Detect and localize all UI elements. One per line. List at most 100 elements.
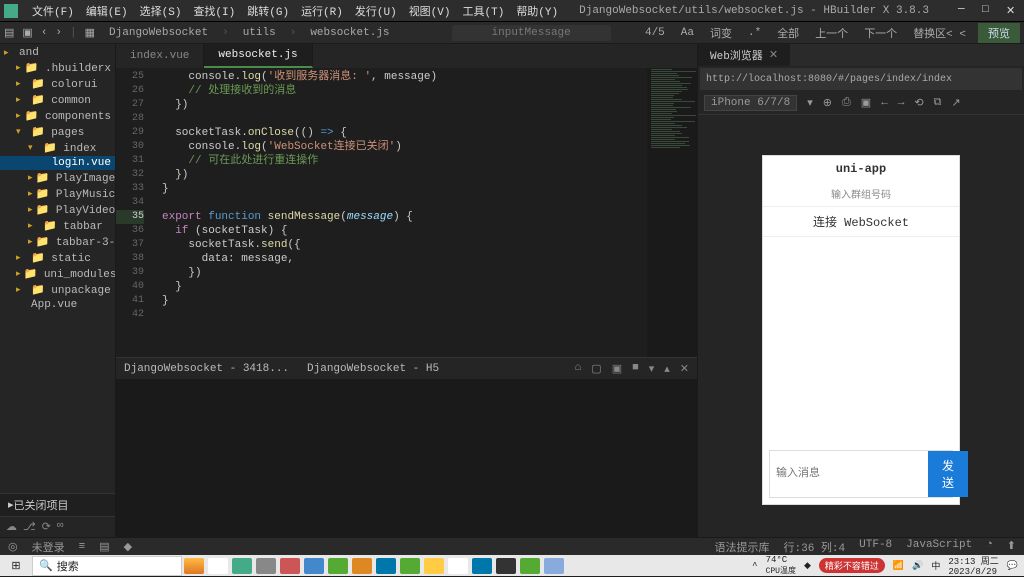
find-all[interactable]: 全部	[773, 25, 803, 41]
task-icon[interactable]	[352, 558, 372, 574]
task-icon[interactable]	[304, 558, 324, 574]
status-icon-2[interactable]: ▤	[99, 540, 109, 554]
menu-edit[interactable]: 编辑(E)	[80, 3, 134, 19]
nav-forward-icon[interactable]: ›	[55, 27, 62, 39]
tree-item[interactable]: ▸and	[0, 46, 115, 60]
clock[interactable]: 23:13 周二2023/8/29	[948, 554, 998, 577]
task-icon[interactable]	[544, 558, 564, 574]
task-icon[interactable]	[328, 558, 348, 574]
tree-item[interactable]: ▸📁 colorui	[0, 76, 115, 92]
minimap[interactable]	[647, 68, 697, 357]
menu-file[interactable]: 文件(F)	[26, 3, 80, 19]
tree-item[interactable]: App.vue	[0, 298, 115, 312]
feedback-icon[interactable]: ⬆	[1007, 539, 1016, 555]
connect-button[interactable]: 连接 WebSocket	[763, 207, 959, 237]
taskbar-search[interactable]: 🔍搜索	[32, 556, 182, 576]
tree-item[interactable]: ▾📁 pages	[0, 124, 115, 140]
regex-toggle[interactable]: .*	[744, 27, 765, 39]
group-input-placeholder[interactable]: 输入群组号码	[763, 182, 959, 207]
sound-icon[interactable]: 🔊	[912, 561, 923, 571]
url-bar[interactable]: http://localhost:8080/#/pages/index/inde…	[700, 68, 1022, 90]
terminal-panel[interactable]	[116, 379, 697, 537]
menu-select[interactable]: 选择(S)	[134, 3, 188, 19]
back-icon[interactable]: ←	[881, 97, 888, 109]
task-icon[interactable]	[184, 558, 204, 574]
menu-goto[interactable]: 跳转(G)	[241, 3, 295, 19]
send-button[interactable]: 发送	[928, 451, 968, 497]
forward-icon[interactable]: →	[898, 97, 905, 109]
encoding[interactable]: UTF-8	[859, 539, 892, 555]
menu-find[interactable]: 查找(I)	[187, 3, 241, 19]
cursor-position[interactable]: 行:36 列:4	[784, 539, 846, 555]
tree-item[interactable]: ▾📁 index	[0, 140, 115, 156]
collapse-up-icon[interactable]: ▴	[664, 362, 670, 376]
menu-tools[interactable]: 工具(T)	[457, 3, 511, 19]
toggle-sidebar-icon[interactable]: ▤	[4, 26, 14, 40]
terminal-tab-2[interactable]: DjangoWebsocket - H5	[307, 363, 439, 375]
task-icon[interactable]	[208, 558, 228, 574]
code-area[interactable]: 252627282930313233343536373839404142 con…	[116, 68, 697, 357]
tray-icon[interactable]: ◆	[804, 561, 811, 571]
devtools-icon[interactable]: ▣	[861, 96, 871, 110]
start-button[interactable]: ⊞	[0, 559, 32, 573]
closed-projects-header[interactable]: ▸ 已关闭项目	[0, 493, 115, 517]
task-icon[interactable]	[520, 558, 540, 574]
refresh-icon[interactable]: ▣	[612, 362, 622, 376]
editor-tab[interactable]: websocket.js	[204, 44, 312, 68]
branch-icon[interactable]: ⎇	[23, 520, 36, 534]
device-dropdown-icon[interactable]: ▾	[807, 96, 813, 110]
tree-item[interactable]: ▸📁 .hbuilderx	[0, 60, 115, 76]
code-content[interactable]: console.log('收到服务器消息: ', message) // 处理接…	[154, 68, 697, 357]
menu-view[interactable]: 视图(V)	[403, 3, 457, 19]
tree-item[interactable]: ▸📁 components	[0, 108, 115, 124]
tree-item[interactable]: ▸📁 PlayMusic	[0, 186, 115, 202]
task-icon[interactable]	[232, 558, 252, 574]
ime-icon[interactable]: 中	[931, 559, 940, 572]
terminal-close-icon[interactable]: ✕	[680, 362, 689, 376]
syntax-hint[interactable]: 语法提示库	[715, 539, 770, 555]
reload-icon[interactable]: ⟲	[914, 96, 923, 110]
preview-button[interactable]: 预览	[978, 23, 1020, 43]
task-icon[interactable]	[424, 558, 444, 574]
search-input-placeholder[interactable]: inputMessage	[452, 25, 611, 41]
login-status[interactable]: 未登录	[32, 539, 65, 555]
crumb-folder[interactable]: utils	[237, 27, 282, 39]
menu-run[interactable]: 运行(R)	[295, 3, 349, 19]
system-tray[interactable]: ^ 74°CCPU温度 ◆ 精彩不容错过 📶 🔊 中 23:13 周二2023/…	[746, 554, 1024, 577]
news-pill[interactable]: 精彩不容错过	[819, 558, 885, 573]
cloud-icon[interactable]: ☁	[6, 520, 17, 534]
task-icon[interactable]	[448, 558, 468, 574]
tree-item[interactable]: ▸📁 tabbar	[0, 218, 115, 234]
tree-item[interactable]: ▸📁 uni_modules	[0, 266, 115, 282]
external-icon[interactable]: ↗	[951, 96, 960, 110]
user-icon[interactable]: ◎	[8, 540, 18, 554]
minimize-button[interactable]: ─	[952, 4, 964, 18]
case-toggle[interactable]: Aa	[677, 27, 698, 39]
language-mode[interactable]: JavaScript	[906, 539, 972, 555]
zoom-icon[interactable]: ⊕	[823, 96, 832, 110]
nav-back-icon[interactable]: ‹	[41, 27, 48, 39]
word-toggle[interactable]: 词变	[706, 25, 736, 41]
terminal-tab-1[interactable]: DjangoWebsocket - 3418...	[124, 363, 289, 375]
close-button[interactable]: ✕	[1000, 4, 1012, 18]
task-icon[interactable]	[496, 558, 516, 574]
stop-icon[interactable]: ■	[632, 362, 639, 376]
tree-item[interactable]: ▸📁 PlayVideo	[0, 202, 115, 218]
task-icon[interactable]	[256, 558, 276, 574]
tree-item[interactable]: ▸📁 unpackage	[0, 282, 115, 298]
notify-icon[interactable]: ◔	[986, 539, 993, 555]
message-input[interactable]	[770, 451, 928, 497]
tree-item[interactable]: ▸📁 static	[0, 250, 115, 266]
status-icon-1[interactable]: ≡	[79, 541, 86, 553]
chevron-up-icon[interactable]: ^	[752, 561, 757, 571]
tree-item[interactable]: ▸📁 tabbar-3-detial	[0, 234, 115, 250]
task-icon[interactable]	[376, 558, 396, 574]
screenshot-icon[interactable]: ⎙	[842, 97, 851, 109]
browser-tab[interactable]: Web浏览器✕	[698, 44, 790, 66]
link-icon[interactable]: ∞	[57, 520, 64, 534]
browser-tab-close-icon[interactable]: ✕	[769, 48, 778, 62]
notification-icon[interactable]: 💬	[1007, 561, 1018, 571]
status-icon-3[interactable]: ◆	[124, 540, 132, 554]
tree-item[interactable]: login.vue	[0, 156, 115, 170]
sync-icon[interactable]: ⟳	[42, 520, 51, 534]
